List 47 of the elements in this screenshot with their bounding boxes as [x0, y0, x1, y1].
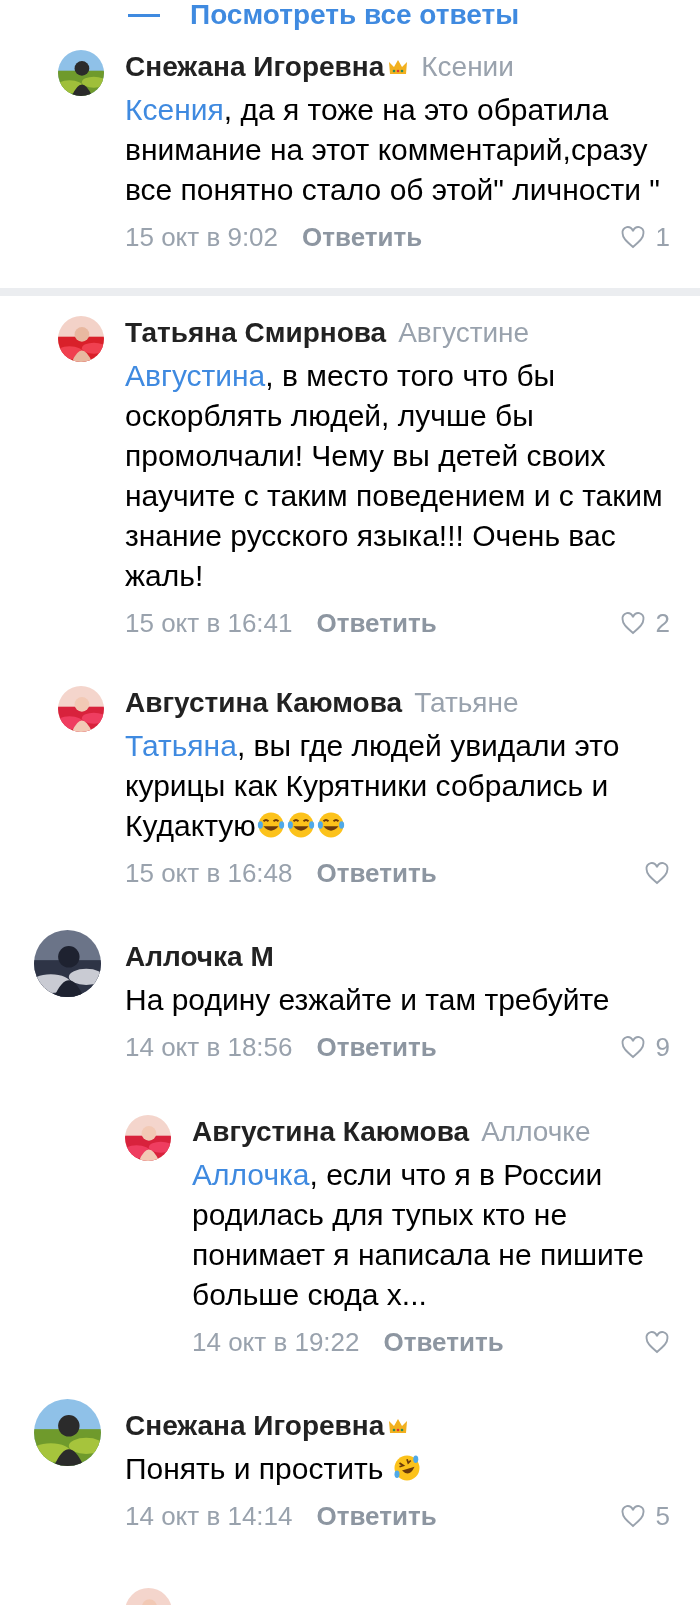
heart-icon[interactable] [619, 611, 646, 635]
reply-link[interactable]: Ответить [316, 853, 437, 893]
comment-text: На родину езжайте и там требуйте [125, 983, 610, 1016]
comment-text: Аллочка, если что я в России родилась для тупых кто не понимает я написала не пишите больше сюда х... [192, 1158, 644, 1311]
reply-link[interactable]: Ответить [316, 603, 437, 643]
comment-text: Ксения, да я тоже на это обратила внимание на этот комментарий,сразу все понятно стало об этой" личности " [125, 93, 660, 206]
author-name[interactable]: Снежана Игоревна [125, 46, 385, 88]
comment-date: 14 окт в 18:56 [125, 1030, 293, 1064]
reply-link[interactable]: Ответить [383, 1322, 504, 1362]
reply-link[interactable]: Ответить [302, 217, 423, 257]
reply-link[interactable]: Ответить [316, 1027, 437, 1067]
author-name[interactable]: Аллочка М [125, 936, 274, 978]
reply-recipient: Ксении [421, 50, 514, 84]
mention-link[interactable]: Аллочка [192, 1158, 310, 1191]
comment-text: Августина, в место того что бы оскорблять людей, лучше бы промолчали! Чему вы детей своих научите с таким поведением и с таким знание русского языка!!! Очень вас жаль! [125, 359, 663, 592]
heart-icon[interactable] [644, 1330, 670, 1354]
like-count: 1 [655, 220, 670, 254]
dash-icon [128, 13, 160, 17]
comment-date: 14 окт в 19:22 [192, 1325, 360, 1359]
mention-link[interactable]: Ксения [125, 93, 224, 126]
comment-text: Понять и простить [125, 1452, 422, 1485]
reply-recipient: Аллочке [481, 1115, 591, 1149]
mention-link[interactable]: Августина [125, 359, 266, 392]
like-count: 9 [655, 1030, 670, 1064]
comment-date: 15 окт в 16:48 [125, 856, 293, 890]
author-name[interactable]: Августина Каюмова [192, 1111, 470, 1153]
like-count: 5 [655, 1499, 670, 1533]
heart-icon[interactable] [644, 861, 670, 885]
reply-recipient: Татьяне [414, 686, 519, 720]
heart-icon[interactable] [619, 225, 646, 249]
laughing-emoji-icon [285, 810, 316, 840]
author-name[interactable]: Снежана Игоревна [125, 1405, 385, 1447]
author-name[interactable]: Татьяна Смирнова [125, 312, 387, 354]
laughing-emoji-icon [315, 810, 346, 840]
laughing-emoji-icon [255, 810, 286, 840]
like-count: 2 [655, 606, 670, 640]
comment-date: 15 окт в 16:41 [125, 606, 293, 640]
reply-recipient: Августине [398, 316, 530, 350]
show-replies-link[interactable]: Посмотреть все ответы [190, 0, 520, 30]
heart-icon[interactable] [619, 1035, 646, 1059]
heart-icon[interactable] [619, 1504, 646, 1528]
author-name[interactable]: Августина Каюмова [125, 682, 403, 724]
mention-link[interactable]: Татьяна [125, 729, 237, 762]
reply-link[interactable]: Ответить [316, 1496, 437, 1536]
comment-text: Татьяна, вы где людей увидали это курицы как Курятники собрались и Кудактую [125, 729, 620, 842]
comment-date: 15 окт в 9:02 [125, 220, 279, 254]
comment-date: 14 окт в 14:14 [125, 1499, 293, 1533]
